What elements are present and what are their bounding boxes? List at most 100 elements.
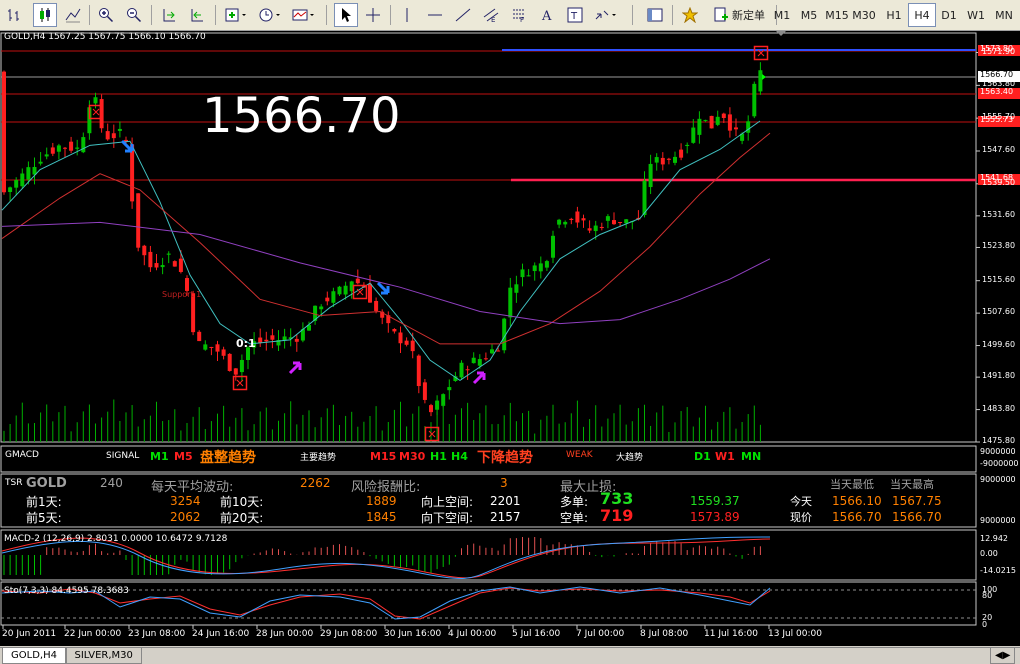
- price-tick-label: 1547.60: [982, 144, 1016, 154]
- gmacd-item: 大趋势: [616, 453, 644, 463]
- timeframe-m15[interactable]: M15: [824, 4, 850, 26]
- window-icon[interactable]: [644, 4, 666, 26]
- svg-text:A: A: [541, 9, 552, 23]
- candle-body: [38, 161, 43, 164]
- time-axis-label: 22 Jun 00:00: [64, 629, 122, 639]
- horizontal-line-icon[interactable]: [424, 4, 446, 26]
- candle-body: [185, 278, 189, 291]
- arrows-icon[interactable]: [592, 4, 620, 26]
- candle-body: [20, 173, 25, 187]
- candle-body: [221, 349, 226, 356]
- tsr-low-header: 当天最低: [830, 478, 874, 491]
- candle-body: [264, 339, 269, 342]
- candle-body: [673, 156, 677, 163]
- tsr-scale: 9000000: [980, 475, 1016, 484]
- chart-tab-silver-m30[interactable]: SILVER,M30: [65, 648, 142, 664]
- candle-body: [197, 331, 202, 342]
- candlestick-icon[interactable]: [33, 3, 57, 27]
- gmacd-item: M30: [399, 450, 426, 463]
- candle-body: [465, 369, 470, 371]
- timeframe-w1[interactable]: W1: [963, 4, 989, 26]
- chart-window[interactable]: 1571.90 1563.80 1555.70 1547.60 1539.50 1531.…: [0, 31, 1020, 646]
- candle-body: [727, 114, 732, 131]
- timeframe-h1[interactable]: H1: [881, 4, 907, 26]
- tsr-symbol: GOLD: [26, 476, 67, 491]
- candle-body: [544, 261, 549, 268]
- text-label-icon[interactable]: T: [564, 4, 586, 26]
- chart-shift-icon[interactable]: [158, 4, 180, 26]
- time-axis-label: 28 Jun 00:00: [256, 629, 314, 639]
- candle-body: [404, 340, 409, 345]
- tsr-day10-value: 1889: [366, 494, 397, 508]
- bar-chart-icon[interactable]: [4, 4, 26, 26]
- candle-body: [392, 329, 397, 332]
- candle-body: [752, 83, 757, 117]
- timeframe-m1[interactable]: M1: [769, 4, 795, 26]
- candle-body: [148, 251, 153, 268]
- auto-scroll-icon[interactable]: [186, 4, 208, 26]
- vertical-line-icon[interactable]: [396, 4, 418, 26]
- cursor-icon[interactable]: [334, 3, 358, 27]
- svg-text:F: F: [520, 16, 524, 23]
- candle-body: [538, 263, 543, 272]
- periods-icon[interactable]: [256, 4, 284, 26]
- candle-body: [294, 338, 299, 342]
- candle-body: [93, 97, 98, 104]
- stoch-info: Sto(7,3,3) 84.4595 78.3683: [4, 586, 129, 596]
- candle-body: [459, 362, 464, 378]
- time-axis-label: 5 Jul 16:00: [512, 629, 561, 639]
- chart-canvas[interactable]: [0, 31, 1020, 646]
- add-indicator-icon[interactable]: [222, 4, 250, 26]
- candle-body: [136, 193, 141, 248]
- line-chart-icon[interactable]: [62, 4, 84, 26]
- candle-body: [618, 222, 623, 224]
- candle-body: [477, 359, 482, 366]
- timeframe-m5[interactable]: M5: [796, 4, 822, 26]
- new-order-button[interactable]: 新定单: [707, 4, 771, 26]
- candle-body: [581, 218, 586, 221]
- time-axis-label: 24 Jun 16:00: [192, 629, 250, 639]
- price-tick-label: 1499.60: [982, 339, 1016, 349]
- candle-body: [557, 219, 562, 225]
- gmacd-signal-label: SIGNAL: [106, 451, 140, 461]
- zoom-out-icon[interactable]: [123, 4, 145, 26]
- candle-body: [612, 220, 616, 225]
- candle-body: [209, 346, 214, 348]
- tsr-title: TSR: [5, 478, 23, 488]
- candle-body: [685, 144, 690, 147]
- candle-body: [642, 180, 647, 216]
- fibonacci-icon[interactable]: F: [508, 4, 530, 26]
- templates-icon[interactable]: [290, 4, 318, 26]
- trendline-icon[interactable]: [452, 4, 474, 26]
- tsr-period: 240: [100, 476, 123, 490]
- timeframe-h4[interactable]: H4: [908, 3, 936, 27]
- crosshair-icon[interactable]: [362, 4, 384, 26]
- zoom-in-icon[interactable]: [95, 4, 117, 26]
- tab-scroll-arrows-icon[interactable]: ◀▶: [990, 648, 1016, 664]
- macd-scale: 0.00: [980, 549, 998, 558]
- equidistant-channel-icon[interactable]: E: [480, 4, 502, 26]
- tsr-risk-label: 风险报酬比:: [351, 480, 421, 495]
- chart-tab-gold-h4[interactable]: GOLD,H4: [2, 648, 66, 664]
- timeframe-mn[interactable]: MN: [991, 4, 1017, 26]
- candle-body: [233, 368, 238, 375]
- candle-body: [398, 332, 403, 344]
- tsr-now-label: 现价: [790, 511, 812, 524]
- candle-body: [26, 167, 31, 180]
- candle-body: [178, 258, 183, 272]
- candle-body: [44, 154, 49, 157]
- tsr-up-value: 2201: [490, 494, 521, 508]
- timeframe-m30[interactable]: M30: [851, 4, 877, 26]
- text-icon[interactable]: A: [536, 4, 558, 26]
- candle-body: [551, 235, 555, 258]
- ratio-label: 0:1: [236, 337, 256, 350]
- time-axis-label: 8 Jul 08:00: [640, 629, 689, 639]
- tsr-today-high: 1567.75: [892, 494, 942, 508]
- experts-icon[interactable]: [679, 4, 701, 26]
- candle-body: [593, 225, 598, 232]
- candle-body: [587, 228, 592, 231]
- price-tick-label: 1507.60: [982, 307, 1016, 317]
- candle-body: [435, 400, 440, 410]
- timeframe-d1[interactable]: D1: [936, 4, 962, 26]
- candle-body: [679, 149, 684, 158]
